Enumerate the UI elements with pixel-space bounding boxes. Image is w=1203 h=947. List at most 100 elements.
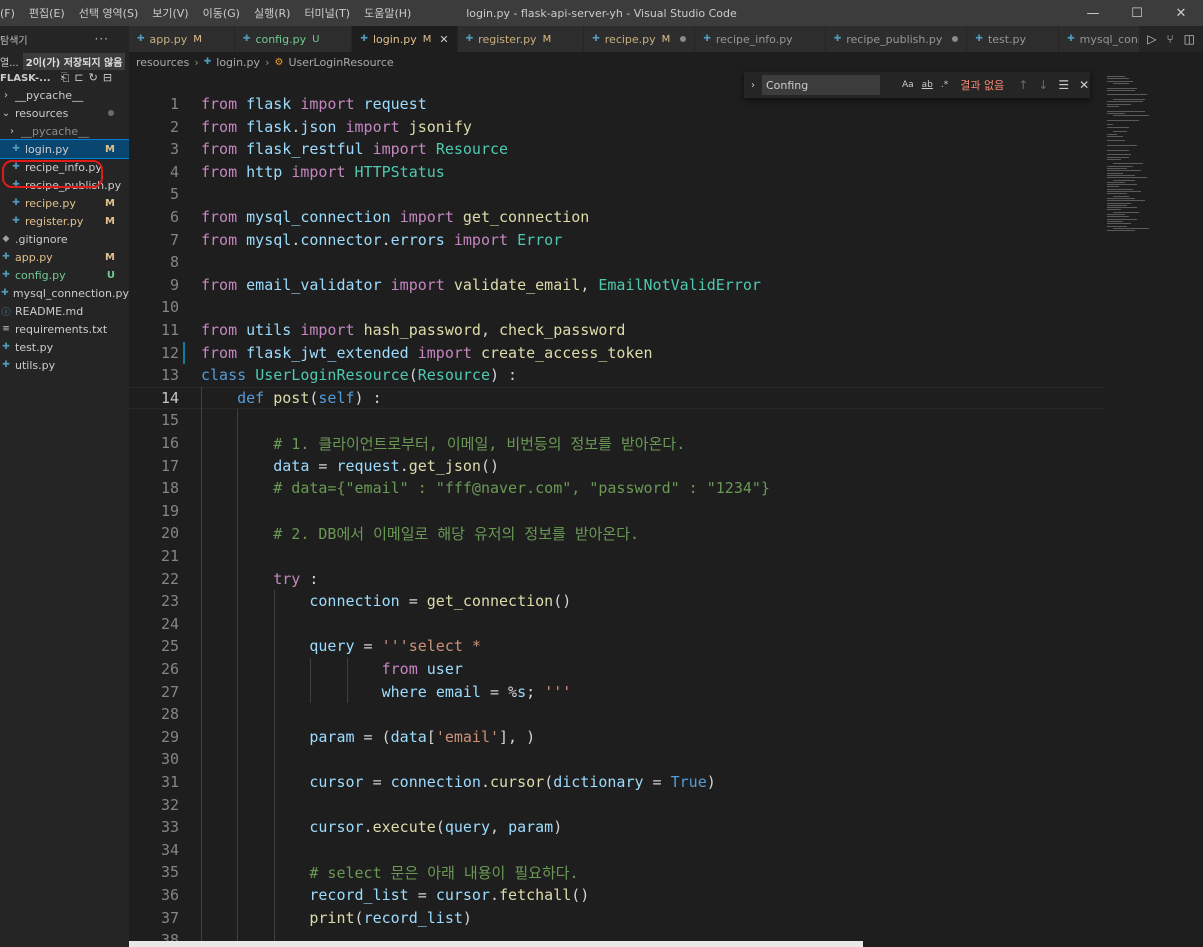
minimap-line (1107, 80, 1133, 82)
tree-file[interactable]: ✚ login.py M (0, 139, 129, 159)
code-line[interactable]: 15 (129, 409, 1103, 431)
tab[interactable]: ✚ recipe.py M (584, 26, 696, 52)
code-line[interactable]: 23 connection = get_connection() (129, 590, 1103, 612)
minimap[interactable] (1103, 72, 1203, 947)
toggle-replace-chevron-icon[interactable]: › (744, 80, 762, 91)
code-line[interactable]: 31 cursor = connection.cursor(dictionary… (129, 771, 1103, 793)
unsaved-dot-icon[interactable] (680, 36, 687, 42)
more-actions-icon[interactable]: ··· (95, 32, 109, 46)
tab[interactable]: ✚ test.py (967, 26, 1060, 52)
code-line[interactable]: 3 from flask_restful import Resource (129, 138, 1103, 160)
code-line[interactable]: 14 def post(self) : (129, 386, 1103, 409)
tree-file[interactable]: ⓘ README.md (0, 302, 129, 320)
code-line[interactable]: 6 from mysql_connection import get_connec… (129, 206, 1103, 228)
tree-folder[interactable]: ⌄ resources (0, 104, 129, 122)
menu-item[interactable]: 도움말(H) (357, 5, 418, 21)
open-editors-section[interactable]: 열... 2이(가) 저장되지 않음 (0, 52, 129, 70)
code-line[interactable]: 36 record_list = cursor.fetchall() (129, 884, 1103, 906)
tree-file[interactable]: ✚ config.py U (0, 266, 129, 284)
code-line[interactable]: 9 from email_validator import validate_em… (129, 274, 1103, 296)
previous-match-arrow-icon[interactable]: ↑ (1018, 78, 1028, 92)
code-line[interactable]: 17 data = request.get_json() (129, 455, 1103, 477)
tree-file[interactable]: ✚ register.py M (0, 212, 129, 230)
tree-file[interactable]: ✚ app.py M (0, 248, 129, 266)
code-line[interactable]: 27 where email = %s; ''' (129, 681, 1103, 703)
split-editor-icon[interactable]: ◫ (1184, 32, 1195, 46)
menu-item[interactable]: 편집(E) (22, 5, 72, 21)
tree-file[interactable]: ◆ .gitignore (0, 230, 129, 248)
code-line[interactable]: 19 (129, 500, 1103, 522)
minimize-button[interactable]: — (1071, 0, 1115, 26)
close-tab-icon[interactable]: ✕ (439, 33, 448, 46)
code-line[interactable]: 7 from mysql.connector.errors import Erro… (129, 229, 1103, 251)
find-input[interactable] (762, 75, 880, 95)
menu-item[interactable]: (F) (0, 7, 22, 20)
breadcrumb-folder[interactable]: resources (136, 56, 189, 69)
tab[interactable]: ✚ app.py M (129, 26, 235, 52)
source-control-icon[interactable]: ⑂ (1166, 32, 1173, 46)
find-in-selection-icon[interactable]: ☰ (1058, 78, 1069, 92)
tree-folder[interactable]: › __pycache__ (0, 122, 129, 140)
code-line[interactable]: 28 (129, 703, 1103, 725)
tree-file[interactable]: ✚ test.py (0, 338, 129, 356)
tab[interactable]: ✚ register.py M (457, 26, 585, 52)
code-line[interactable]: 10 (129, 296, 1103, 318)
code-line[interactable]: 24 (129, 613, 1103, 635)
close-find-icon[interactable]: ✕ (1079, 78, 1089, 92)
collapse-all-icon[interactable]: ⊟ (103, 71, 112, 85)
code-line[interactable]: 29 param = (data['email'], ) (129, 726, 1103, 748)
code-line[interactable]: 18 # data={"email" : "fff@naver.com", "p… (129, 477, 1103, 499)
menu-item[interactable]: 보기(V) (145, 5, 195, 21)
code-line[interactable]: 8 (129, 251, 1103, 273)
unsaved-dot-icon[interactable] (952, 36, 959, 42)
regex-toggle[interactable]: .* (941, 80, 948, 90)
tree-file[interactable]: ✚ utils.py (0, 356, 129, 374)
code-line[interactable]: 26 from user (129, 658, 1103, 680)
code-line[interactable]: 16 # 1. 클라이언트로부터, 이메일, 비번등의 정보를 받아온다. (129, 432, 1103, 454)
tree-file[interactable]: ✚ recipe.py M (0, 194, 129, 212)
code-line[interactable]: 33 cursor.execute(query, param) (129, 816, 1103, 838)
refresh-icon[interactable]: ↻ (89, 71, 98, 85)
code-line[interactable]: 22 try : (129, 568, 1103, 590)
tab[interactable]: ✚ login.py M ✕ (352, 26, 458, 52)
tree-file[interactable]: ✚ recipe_publish.py (0, 176, 129, 194)
close-window-button[interactable]: ✕ (1159, 0, 1203, 26)
code-line[interactable]: 32 (129, 794, 1103, 816)
code-line[interactable]: 21 (129, 545, 1103, 567)
code-line[interactable]: 30 (129, 748, 1103, 770)
tab[interactable]: ✚ config.py U (234, 26, 353, 52)
code-line[interactable]: 37 print(record_list) (129, 907, 1103, 929)
menu-item[interactable]: 이동(G) (196, 5, 247, 21)
code-line[interactable]: 11 from utils import hash_password, check… (129, 319, 1103, 341)
tab[interactable]: ✚ recipe_publish.py (825, 26, 968, 52)
run-icon[interactable]: ▷ (1147, 32, 1156, 46)
tree-folder[interactable]: › __pycache__ (0, 86, 129, 104)
menu-item[interactable]: 실행(R) (247, 5, 297, 21)
code-line[interactable]: 20 # 2. DB에서 이메일로 해당 유저의 정보를 받아온다. (129, 522, 1103, 544)
horizontal-scrollbar[interactable] (129, 941, 863, 947)
tab[interactable]: ✚ recipe_info.py (695, 26, 826, 52)
code-line[interactable]: 13 class UserLoginResource(Resource) : (129, 364, 1103, 386)
code-line[interactable]: 35 # select 문은 아래 내용이 필요하다. (129, 861, 1103, 883)
tree-file[interactable]: ✚ recipe_info.py (0, 158, 129, 176)
tree-file[interactable]: ≡ requirements.txt (0, 320, 129, 338)
match-case-toggle[interactable]: Aa (902, 80, 914, 90)
project-folder-header[interactable]: FLASK-... ⎗ ⊏ ↻ ⊟ (0, 70, 129, 86)
next-match-arrow-icon[interactable]: ↓ (1038, 78, 1048, 92)
code-line[interactable]: 2 from flask.json import jsonify (129, 116, 1103, 138)
menu-item[interactable]: 터미널(T) (297, 5, 357, 21)
tree-file[interactable]: ✚ mysql_connection.py (0, 284, 129, 302)
match-whole-word-toggle[interactable]: ab (922, 80, 933, 90)
maximize-button[interactable]: ☐ (1115, 0, 1159, 26)
breadcrumb-file[interactable]: login.py (216, 56, 260, 69)
code-line[interactable]: 4 from http import HTTPStatus (129, 161, 1103, 183)
new-folder-icon[interactable]: ⊏ (74, 71, 83, 85)
breadcrumb-symbol[interactable]: UserLoginResource (288, 56, 393, 69)
code-line[interactable]: 25 query = '''select * (129, 635, 1103, 657)
code-editor[interactable]: 1 from flask import request 2 from flask.js… (129, 90, 1103, 947)
new-file-icon[interactable]: ⎗ (61, 71, 70, 85)
code-line[interactable]: 34 (129, 839, 1103, 861)
code-line[interactable]: 5 (129, 183, 1103, 205)
menu-item[interactable]: 선택 영역(S) (72, 5, 146, 21)
code-line[interactable]: 12 from flask_jwt_extended import create_… (129, 342, 1103, 364)
